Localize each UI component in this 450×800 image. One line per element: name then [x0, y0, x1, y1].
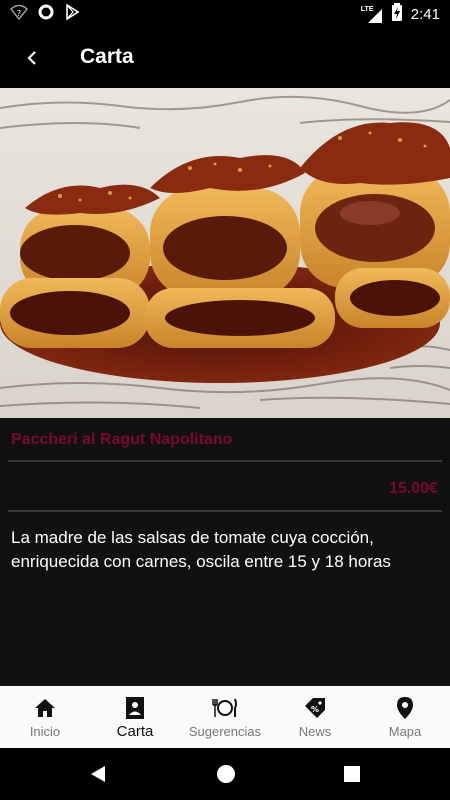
battery-charging-icon: [391, 3, 403, 26]
app-bar: Carta: [0, 26, 450, 88]
divider: [8, 510, 442, 512]
plate-cutlery-icon: [212, 695, 238, 721]
system-recents-button[interactable]: [343, 765, 361, 788]
system-back-button[interactable]: [88, 764, 108, 789]
pasta-photo: [0, 88, 450, 418]
nav-label: Inicio: [29, 724, 61, 739]
status-time: 2:41: [410, 6, 440, 23]
nav-item-news[interactable]: % News: [270, 686, 360, 748]
nav-label: News: [298, 724, 332, 739]
square-recents-icon: [344, 766, 360, 782]
nav-label: Mapa: [388, 724, 422, 739]
divider: [8, 460, 442, 462]
nav-item-carta[interactable]: Carta: [90, 686, 180, 748]
home-icon: [32, 695, 58, 721]
circle-home-icon: [217, 765, 235, 783]
circle-notification-icon: [38, 4, 54, 25]
play-store-icon: [64, 3, 80, 25]
svg-text:%: %: [311, 705, 319, 714]
dish-description: La madre de las salsas de tomate cuya co…: [11, 528, 391, 571]
bottom-nav: Inicio Carta Sugerencias % News Mapa: [0, 686, 450, 748]
page-title: Carta: [80, 45, 134, 68]
chevron-left-icon: [27, 51, 36, 65]
dish-price: 15.00€: [389, 480, 438, 497]
triangle-back-icon: [91, 766, 105, 782]
svg-text:?: ?: [17, 9, 21, 18]
nav-label: Sugerencias: [188, 724, 262, 739]
dish-image: [0, 88, 450, 418]
nav-label: Carta: [116, 723, 154, 740]
system-home-button[interactable]: [216, 764, 236, 789]
menu-card-icon: [122, 695, 148, 721]
wifi-question-icon: ?: [9, 4, 29, 25]
lte-signal-icon: LTE: [361, 6, 383, 24]
nav-item-sugerencias[interactable]: Sugerencias: [180, 686, 270, 748]
system-nav-bar: [0, 748, 450, 800]
status-bar: ? LTE 2:41: [0, 0, 450, 26]
dish-detail: Paccheri al Ragut Napolitano 15.00€ La m…: [0, 418, 450, 686]
tag-percent-icon: %: [302, 695, 328, 721]
nav-item-inicio[interactable]: Inicio: [0, 686, 90, 748]
back-button[interactable]: [18, 44, 46, 72]
status-left: ?: [9, 3, 80, 25]
dish-name: Paccheri al Ragut Napolitano: [11, 431, 233, 448]
map-pin-icon: [392, 695, 418, 721]
nav-item-mapa[interactable]: Mapa: [360, 686, 450, 748]
status-right: LTE 2:41: [361, 3, 440, 26]
